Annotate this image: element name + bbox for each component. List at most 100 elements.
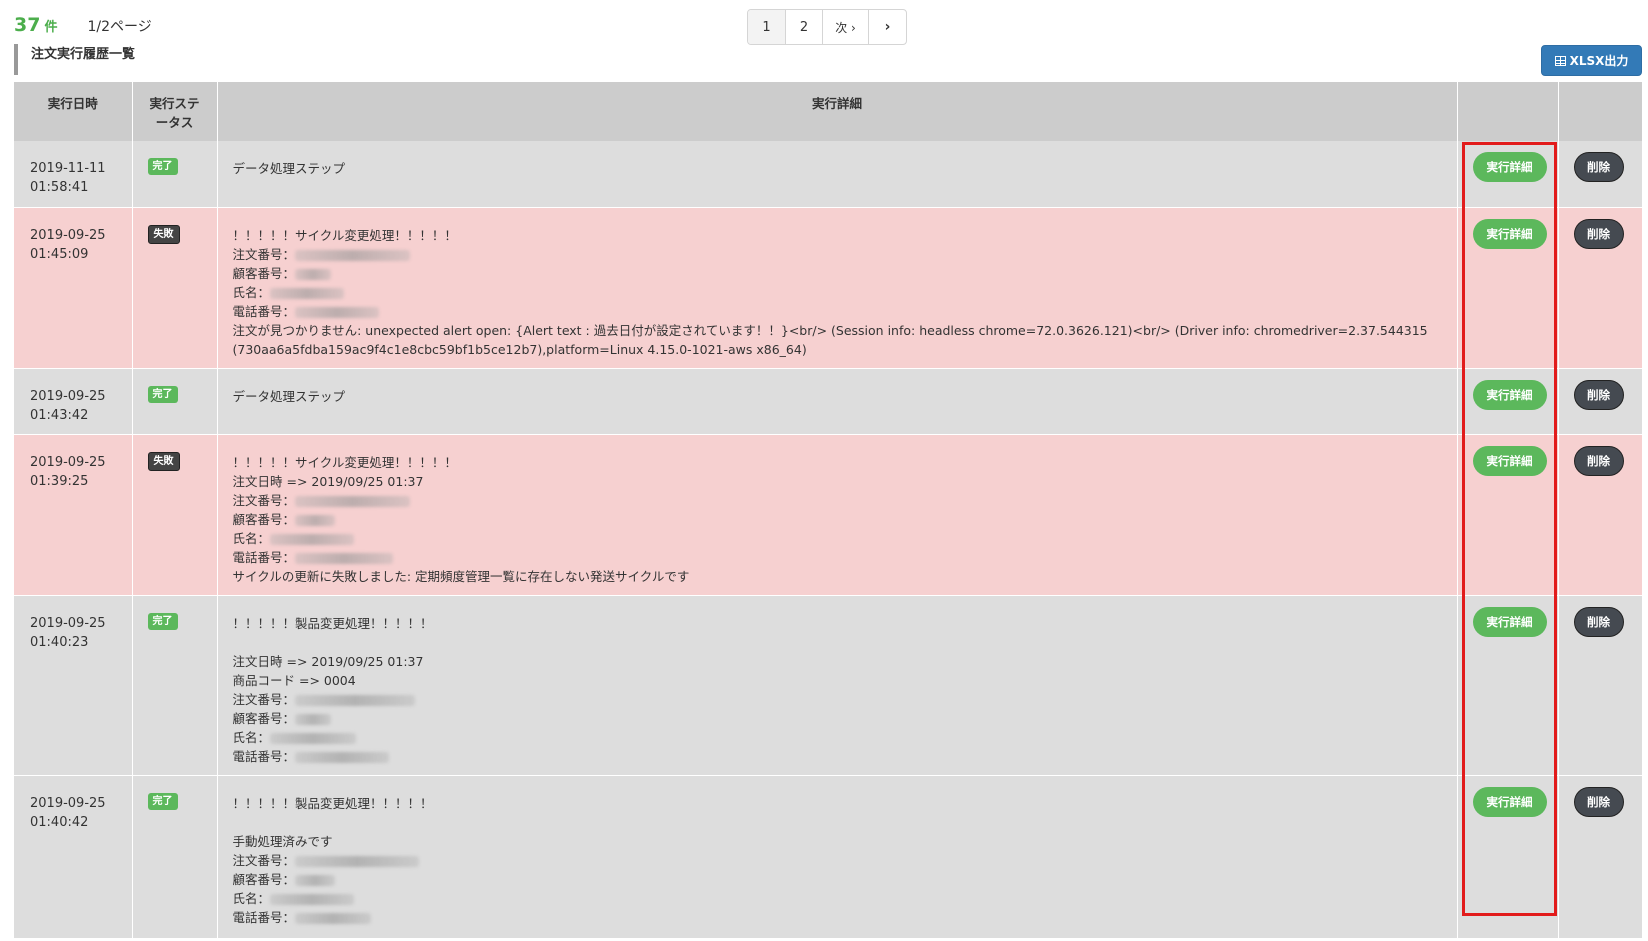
table-header-row: 実行日時 実行ステ ータス 実行詳細 bbox=[14, 82, 1642, 141]
result-summary: 37 件 1/2ページ bbox=[14, 14, 152, 36]
xlsx-export-label: XLSX出力 bbox=[1569, 54, 1629, 68]
delete-button[interactable]: 削除 bbox=[1573, 445, 1624, 476]
row-action: 実行詳細 bbox=[1457, 595, 1559, 776]
row-action: 実行詳細 bbox=[1457, 434, 1559, 596]
status-badge: 完了 bbox=[147, 158, 178, 175]
row-action: 実行詳細 bbox=[1457, 775, 1559, 939]
row-detail: ！！！！！製品変更処理！！！！！ 手動処理済みです 注文番号： 顧客番号： 氏名： 電話… bbox=[217, 775, 1458, 939]
delete-button[interactable]: 削除 bbox=[1573, 606, 1624, 637]
table-row: 2019-09-25 01:40:42 完了 ！！！！！製品変更処理！！！！！ 手動処… bbox=[14, 775, 1642, 939]
redacted-value bbox=[295, 912, 372, 924]
status-badge: 失敗 bbox=[147, 451, 180, 471]
row-date: 2019-09-25 01:40:23 bbox=[14, 595, 133, 776]
detail-line: 電話番号： bbox=[233, 548, 1457, 567]
chevron-right-icon[interactable]: › bbox=[868, 10, 906, 44]
redacted-value bbox=[295, 874, 336, 886]
status-badge: 完了 bbox=[147, 792, 178, 810]
table-row: 2019-09-25 01:39:25 失敗 ！！！！！サイクル変更処理！！！！！ 注文… bbox=[14, 434, 1642, 596]
row-detail: ！！！！！サイクル変更処理！！！！！ 注文番号： 顧客番号： 氏名： 電話番号： 注文が見… bbox=[217, 207, 1458, 369]
view-detail-button[interactable]: 実行詳細 bbox=[1472, 152, 1547, 182]
row-detail: ！！！！！製品変更処理！！！！！ 注文日時 => 2019/09/25 01:3… bbox=[217, 595, 1458, 776]
view-detail-button[interactable]: 実行詳細 bbox=[1472, 606, 1547, 637]
row-detail: データ処理ステップ bbox=[217, 141, 1458, 208]
row-delete: 削除 bbox=[1558, 595, 1642, 776]
redacted-value bbox=[270, 893, 355, 905]
header-delete bbox=[1558, 82, 1642, 141]
detail-line: 注文番号： bbox=[233, 245, 1457, 264]
redacted-value bbox=[270, 287, 345, 299]
result-count: 37 bbox=[14, 14, 41, 36]
detail-line: 注文番号： bbox=[233, 851, 1457, 870]
detail-line: 電話番号： bbox=[233, 747, 1457, 766]
execution-history-table: 実行日時 実行ステ ータス 実行詳細 2019-11-11 01:58:41 完了 デー… bbox=[14, 82, 1642, 939]
row-status: 失敗 bbox=[132, 207, 218, 369]
row-delete: 削除 bbox=[1558, 141, 1642, 208]
view-detail-button[interactable]: 実行詳細 bbox=[1472, 786, 1547, 817]
detail-line bbox=[233, 633, 1457, 652]
redacted-value bbox=[295, 306, 380, 318]
detail-line: 注文日時 => 2019/09/25 01:37 bbox=[232, 473, 424, 489]
delete-button[interactable]: 削除 bbox=[1573, 218, 1624, 249]
row-status: 完了 bbox=[132, 368, 218, 435]
redacted-value bbox=[295, 713, 332, 725]
detail-line: 注文日時 => 2019/09/25 01:37 bbox=[232, 653, 424, 669]
detail-line bbox=[233, 813, 1457, 832]
row-date: 2019-09-25 01:45:09 bbox=[14, 207, 133, 369]
redacted-value bbox=[295, 495, 411, 507]
detail-line: 注文が見つかりません: unexpected alert open: {Aler… bbox=[232, 322, 1428, 338]
view-detail-button[interactable]: 実行詳細 bbox=[1472, 218, 1547, 249]
status-badge: 完了 bbox=[147, 385, 178, 403]
detail-line: 手動処理済みです bbox=[232, 833, 333, 849]
delete-button[interactable]: 削除 bbox=[1573, 379, 1624, 410]
next-page-link[interactable]: 次 › bbox=[822, 10, 868, 44]
detail-line: 顧客番号： bbox=[233, 264, 1457, 283]
row-delete: 削除 bbox=[1558, 207, 1642, 369]
row-action: 実行詳細 bbox=[1457, 368, 1559, 435]
redacted-value bbox=[270, 732, 357, 744]
redacted-value bbox=[295, 694, 416, 706]
detail-line: ！！！！！サイクル変更処理！！！！！ bbox=[232, 454, 457, 470]
redacted-value bbox=[295, 268, 332, 280]
detail-line: 氏名： bbox=[233, 728, 1457, 747]
header-date: 実行日時 bbox=[14, 82, 133, 141]
row-action: 実行詳細 bbox=[1457, 207, 1559, 369]
row-detail: データ処理ステップ bbox=[217, 368, 1458, 435]
view-detail-button[interactable]: 実行詳細 bbox=[1472, 445, 1547, 476]
result-count-unit: 件 bbox=[44, 20, 58, 35]
row-date: 2019-09-25 01:43:42 bbox=[14, 368, 133, 435]
row-status: 失敗 bbox=[132, 434, 218, 596]
detail-line: 顧客番号： bbox=[233, 510, 1457, 529]
pagination: 1 2 次 › › bbox=[747, 9, 907, 45]
header-detail: 実行詳細 bbox=[217, 82, 1458, 141]
status-badge: 失敗 bbox=[147, 224, 180, 244]
row-delete: 削除 bbox=[1558, 434, 1642, 596]
redacted-value bbox=[295, 552, 394, 564]
row-action: 実行詳細 bbox=[1457, 141, 1559, 208]
redacted-value bbox=[270, 533, 355, 545]
row-status: 完了 bbox=[132, 141, 218, 208]
page-2-link[interactable]: 2 bbox=[785, 10, 822, 44]
table-row: 2019-11-11 01:58:41 完了 データ処理ステップ 実行詳細 削除 bbox=[14, 141, 1642, 208]
redacted-value bbox=[295, 751, 390, 763]
redacted-value bbox=[295, 514, 336, 526]
detail-line: データ処理ステップ bbox=[232, 161, 346, 176]
row-status: 完了 bbox=[132, 775, 218, 939]
table-row: 2019-09-25 01:40:23 完了 ！！！！！製品変更処理！！！！！ 注文日… bbox=[14, 595, 1642, 776]
detail-line: データ処理ステップ bbox=[232, 388, 346, 404]
xlsx-export-button[interactable]: XLSX出力 bbox=[1541, 45, 1642, 76]
status-badge: 完了 bbox=[147, 612, 178, 630]
detail-line: 氏名： bbox=[233, 283, 1457, 302]
detail-line: 商品コード => 0004 bbox=[232, 672, 356, 688]
detail-line: ！！！！！サイクル変更処理！！！！！ bbox=[232, 227, 457, 243]
detail-line: 注文番号： bbox=[233, 491, 1457, 510]
detail-line: 顧客番号： bbox=[233, 709, 1457, 728]
delete-button[interactable]: 削除 bbox=[1573, 152, 1624, 182]
delete-button[interactable]: 削除 bbox=[1573, 786, 1624, 817]
detail-line: ！！！！！製品変更処理！！！！！ bbox=[232, 795, 433, 811]
row-delete: 削除 bbox=[1558, 368, 1642, 435]
detail-line: 注文番号： bbox=[233, 690, 1457, 709]
page-1-link[interactable]: 1 bbox=[748, 10, 785, 44]
detail-line: 電話番号： bbox=[233, 908, 1457, 927]
detail-line: (730aa6a5fdba159ac9f4c1e8cbc59bf1b5ce12b… bbox=[232, 341, 807, 357]
view-detail-button[interactable]: 実行詳細 bbox=[1472, 379, 1547, 410]
